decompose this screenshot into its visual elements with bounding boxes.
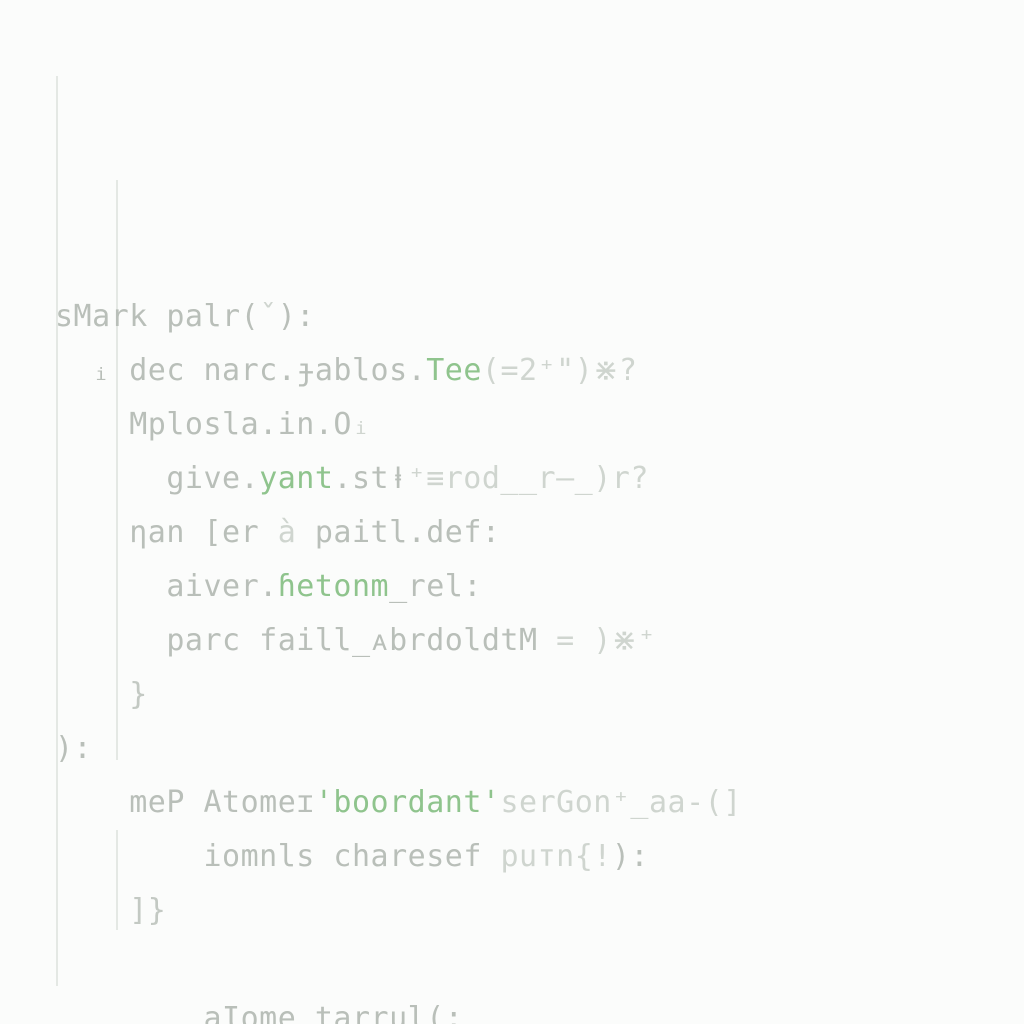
code-editor[interactable]: sMark palr(ˇ): ᵢ dec narc.ɟablos.Tee(=2⁺… [0, 0, 1024, 1024]
token-kw: Mplosla.in.O [129, 407, 352, 442]
token-punct: } [129, 677, 148, 712]
token-kw: iomnls charesef [204, 839, 501, 874]
token-kw: ): [612, 839, 649, 874]
token-kw: ᴀbrdoldtM [371, 623, 538, 658]
code-line[interactable]: Mplosla.in.Oᵢ [55, 398, 1024, 452]
token-punct: ]} [129, 893, 166, 928]
token-kw [55, 947, 74, 982]
code-line[interactable]: } [55, 668, 1024, 722]
token-kw: _rel: [389, 569, 482, 604]
token-pale: à [278, 515, 297, 550]
token-kw: paitl.def: [296, 515, 500, 550]
code-body[interactable]: sMark palr(ˇ): ᵢ dec narc.ɟablos.Tee(=2⁺… [55, 290, 1024, 1024]
token-kw: ): [55, 731, 92, 766]
code-line[interactable]: sMark palr(ˇ): [55, 290, 1024, 344]
token-pale: (=2⁺")⋇? [482, 353, 638, 388]
code-line[interactable]: parc faill_ᴀbrdoldtM = )⋇⁺ [55, 614, 1024, 668]
token-pale: ᵢ [352, 407, 371, 442]
token-pale: ⁺≡rod__r–_)r? [408, 461, 649, 496]
token-kw: aiver. [166, 569, 277, 604]
code-line[interactable] [55, 938, 1024, 992]
token-kw: sMark palr( [55, 299, 259, 334]
token-kw: ᵢ dec narc.ɟablos. [92, 353, 426, 388]
code-line[interactable]: ]} [55, 884, 1024, 938]
token-pale: = )⋇⁺ [538, 623, 656, 658]
token-kw: ): [278, 299, 315, 334]
code-line[interactable]: give.yant.stⱡ⁺≡rod__r–_)r? [55, 452, 1024, 506]
token-pale: ˇ [259, 299, 278, 334]
token-type: Tee [426, 353, 482, 388]
token-str: 'boordant' [315, 785, 501, 820]
token-type: yant [259, 461, 333, 496]
token-kw: ƞan [er [129, 515, 278, 550]
token-kw: .stⱡ [333, 461, 407, 496]
token-pale: puтn{! [500, 839, 611, 874]
code-line[interactable]: iomnls charesef puтn{!): [55, 830, 1024, 884]
code-line[interactable]: ᵢ dec narc.ɟablos.Tee(=2⁺")⋇? [55, 344, 1024, 398]
token-kw: aƖome tarrul(: [204, 1001, 464, 1024]
code-line[interactable]: aƖome tarrul(: [55, 992, 1024, 1024]
token-type: ɦetonm [278, 569, 389, 604]
code-line[interactable]: meP Atomeɪ'boordant'serGon⁺_aa-(] [55, 776, 1024, 830]
code-line[interactable]: ƞan [er à paitl.def: [55, 506, 1024, 560]
token-kw: meP Atomeɪ [129, 785, 315, 820]
token-pale: serGon⁺_aa-(] [501, 785, 742, 820]
code-line[interactable]: aiver.ɦetonm_rel: [55, 560, 1024, 614]
code-line[interactable]: ): [55, 722, 1024, 776]
token-kw: give. [166, 461, 259, 496]
token-kw: parc faill_ [166, 623, 370, 658]
